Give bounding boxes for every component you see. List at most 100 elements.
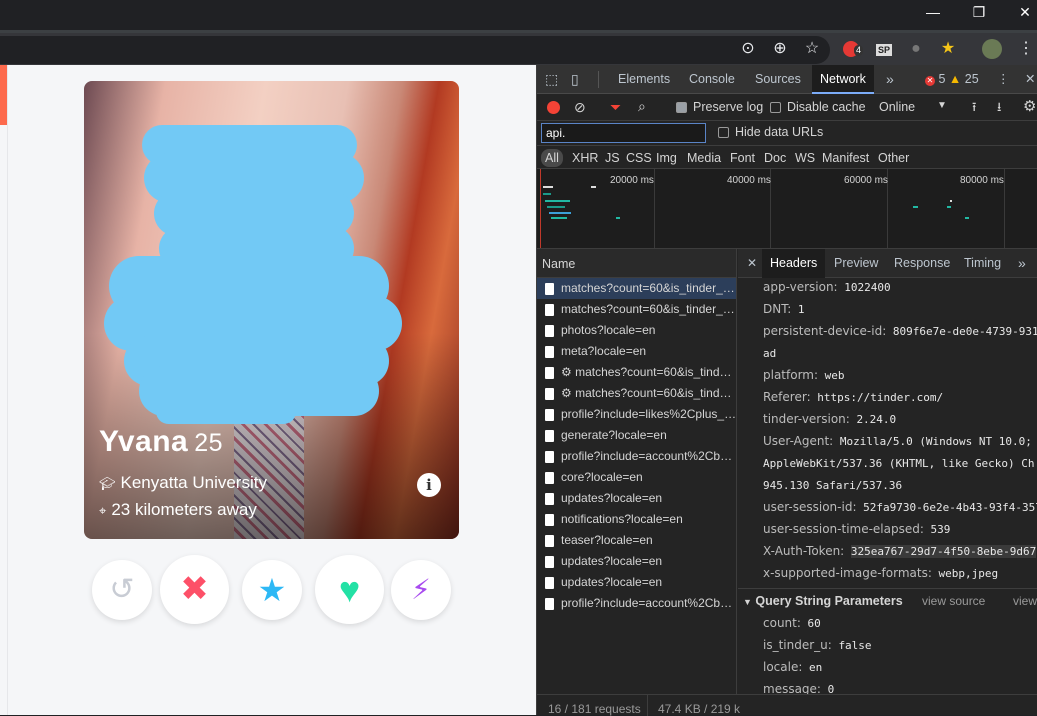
- request-row[interactable]: teaser?locale=en: [537, 530, 736, 551]
- filter-bar: Hide data URLs: [537, 121, 1037, 146]
- view-source-link[interactable]: view source: [922, 589, 985, 613]
- address-bar[interactable]: [0, 36, 830, 64]
- bookmark-star-icon[interactable]: ★: [935, 37, 961, 61]
- timeline-request-bar: [591, 186, 596, 188]
- disable-cache-checkbox[interactable]: [770, 102, 781, 113]
- preserve-log-checkbox[interactable]: [676, 102, 687, 113]
- header-value: 539: [930, 523, 951, 536]
- request-row[interactable]: profile?include=account%2Cboost%2Ccontac…: [537, 593, 737, 614]
- boost-button[interactable]: ⚡︎: [391, 560, 451, 620]
- add-icon[interactable]: ⊕: [767, 37, 793, 61]
- type-filter-xhr[interactable]: XHR: [572, 149, 598, 167]
- type-filter-img[interactable]: Img: [656, 149, 677, 167]
- extension-sp-icon[interactable]: SP: [871, 37, 897, 61]
- devtools-close-icon[interactable]: ✕: [1025, 65, 1035, 94]
- request-row[interactable]: updates?locale=en: [537, 551, 736, 572]
- request-row[interactable]: matches?count=60&is_tinder_u=true&locale…: [537, 299, 736, 320]
- chevron-down-icon[interactable]: ▼: [937, 100, 947, 111]
- info-button[interactable]: i: [417, 473, 441, 497]
- import-har-icon[interactable]: ⭱: [972, 98, 976, 119]
- tab-sources[interactable]: Sources: [755, 65, 801, 94]
- request-row[interactable]: matches?count=60&is_tinder_u=false&local…: [537, 278, 736, 299]
- like-button[interactable]: ♥: [315, 555, 384, 624]
- tab-network[interactable]: Network: [812, 65, 874, 94]
- view-url-encoded-link[interactable]: view: [1013, 589, 1037, 613]
- browser-toolbar: ⊙ ⊕ ☆ 4 SP ● ★ ⋮: [0, 30, 1037, 65]
- tab-timing[interactable]: Timing: [964, 249, 1001, 278]
- type-filter-doc[interactable]: Doc: [764, 149, 786, 167]
- export-har-icon[interactable]: ⭳: [997, 98, 1001, 119]
- clear-icon[interactable]: ⊘: [574, 99, 586, 116]
- type-filter-other[interactable]: Other: [878, 149, 909, 167]
- request-row[interactable]: profile?include=account%2Cboost: [537, 446, 736, 467]
- request-row[interactable]: notifications?locale=en: [537, 509, 736, 530]
- tab-headers[interactable]: Headers: [762, 249, 826, 278]
- tab-response[interactable]: Response: [894, 249, 950, 278]
- device-toolbar-icon[interactable]: ▯: [571, 65, 579, 94]
- tab-preview[interactable]: Preview: [834, 249, 878, 278]
- request-row[interactable]: updates?locale=en: [537, 488, 736, 509]
- more-detail-tabs-button[interactable]: »: [1018, 249, 1026, 278]
- request-name: core?locale=en: [561, 470, 643, 484]
- star-icon[interactable]: ☆: [799, 37, 825, 61]
- header-key: X-Auth-Token:: [763, 544, 845, 558]
- rewind-button[interactable]: ↺: [92, 560, 152, 620]
- devtools-menu-icon[interactable]: ⋮: [997, 65, 1010, 94]
- request-row[interactable]: core?locale=en: [537, 467, 736, 488]
- header-value: 1022400: [844, 281, 891, 294]
- request-row[interactable]: photos?locale=en: [537, 320, 736, 341]
- inspect-icon[interactable]: ⬚: [545, 65, 558, 94]
- profile-card[interactable]: Yvana 25 🎓︎ Kenyatta University ⌖ 23 kilome…: [84, 81, 459, 539]
- throttle-select[interactable]: Online: [879, 100, 915, 114]
- search-icon[interactable]: ⌕: [638, 98, 646, 115]
- request-name: notifications?locale=en: [561, 512, 683, 526]
- auth-token-value[interactable]: 325ea767-29d7-4f50-8ebe-9d67: [850, 545, 1037, 558]
- header-value: 52fa9730-6e2e-4b43-93f4-357: [863, 501, 1037, 514]
- super-like-button[interactable]: ★: [242, 560, 302, 620]
- type-filter-media[interactable]: Media: [687, 149, 721, 167]
- request-row[interactable]: generate?locale=en: [537, 425, 736, 446]
- request-row[interactable]: profile?include=likes%2Cplus_control: [537, 404, 736, 425]
- type-filter-all[interactable]: All: [541, 149, 563, 167]
- extension-badge-icon[interactable]: 4: [838, 37, 864, 61]
- restore-button[interactable]: ❐: [956, 0, 1002, 30]
- filter-icon[interactable]: ⏷: [610, 99, 621, 116]
- request-list-header[interactable]: Name: [537, 249, 737, 278]
- request-name: profile?include=account%2Cboost%2Ccontac…: [561, 596, 737, 610]
- network-toolbar: ⊘ ⏷ ⌕ Preserve log Disable cache Online …: [537, 94, 1037, 121]
- location-icon[interactable]: ⊙: [735, 37, 761, 61]
- type-filter-js[interactable]: JS: [605, 149, 620, 167]
- tab-elements[interactable]: Elements: [618, 65, 670, 94]
- type-filter-ws[interactable]: WS: [795, 149, 815, 167]
- document-icon: [545, 367, 554, 379]
- minimize-button[interactable]: —: [910, 0, 956, 30]
- triangle-down-icon: ▼: [743, 597, 752, 607]
- profile-distance-row: ⌖ 23 kilometers away: [99, 500, 257, 520]
- nope-button[interactable]: ✖: [160, 555, 229, 624]
- close-window-button[interactable]: ✕: [1002, 0, 1037, 30]
- header-key: user-session-id:: [763, 500, 857, 514]
- filter-input[interactable]: [541, 123, 706, 143]
- type-filter-css[interactable]: CSS: [626, 149, 652, 167]
- error-counter[interactable]: ✕ 5 ▲ 25: [925, 65, 979, 94]
- query-params-section-header[interactable]: ▼ Query String Parameters view source vi…: [738, 588, 1037, 612]
- request-row[interactable]: updates?locale=en: [537, 572, 736, 593]
- menu-icon[interactable]: ⋮: [1013, 37, 1037, 61]
- timeline-request-bar: [547, 206, 565, 208]
- timeline-gridline: [654, 169, 655, 248]
- network-overview-timeline[interactable]: 20000 ms 40000 ms 60000 ms 80000 ms: [537, 169, 1037, 249]
- hide-data-urls-checkbox[interactable]: [718, 127, 729, 138]
- type-filter-font[interactable]: Font: [730, 149, 755, 167]
- tab-console[interactable]: Console: [689, 65, 735, 94]
- type-filter-manifest[interactable]: Manifest: [822, 149, 869, 167]
- record-button[interactable]: [547, 101, 560, 114]
- request-row[interactable]: ⚙ matches?count=60&is_tinder_u=false: [537, 362, 736, 383]
- request-row[interactable]: ⚙ matches?count=60&is_tinder_u=true: [537, 383, 736, 404]
- extension-drop-icon[interactable]: ●: [903, 37, 929, 61]
- gear-icon[interactable]: ⚙: [1023, 97, 1036, 115]
- profile-avatar[interactable]: [979, 37, 1005, 61]
- request-row[interactable]: meta?locale=en: [537, 341, 736, 362]
- header-key: User-Agent:: [763, 434, 834, 448]
- close-detail-icon[interactable]: ✕: [747, 249, 757, 278]
- more-tabs-button[interactable]: »: [886, 65, 894, 94]
